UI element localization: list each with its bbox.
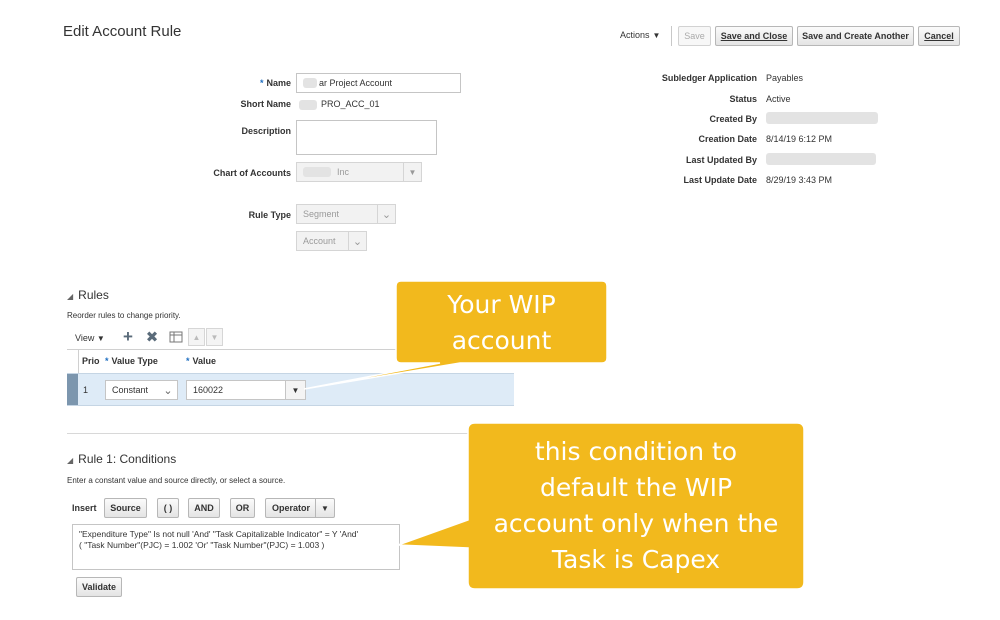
condition-callout-text: this condition to default the WIP accoun… xyxy=(493,437,779,574)
wip-callout-text: Your WIP account xyxy=(447,290,556,355)
